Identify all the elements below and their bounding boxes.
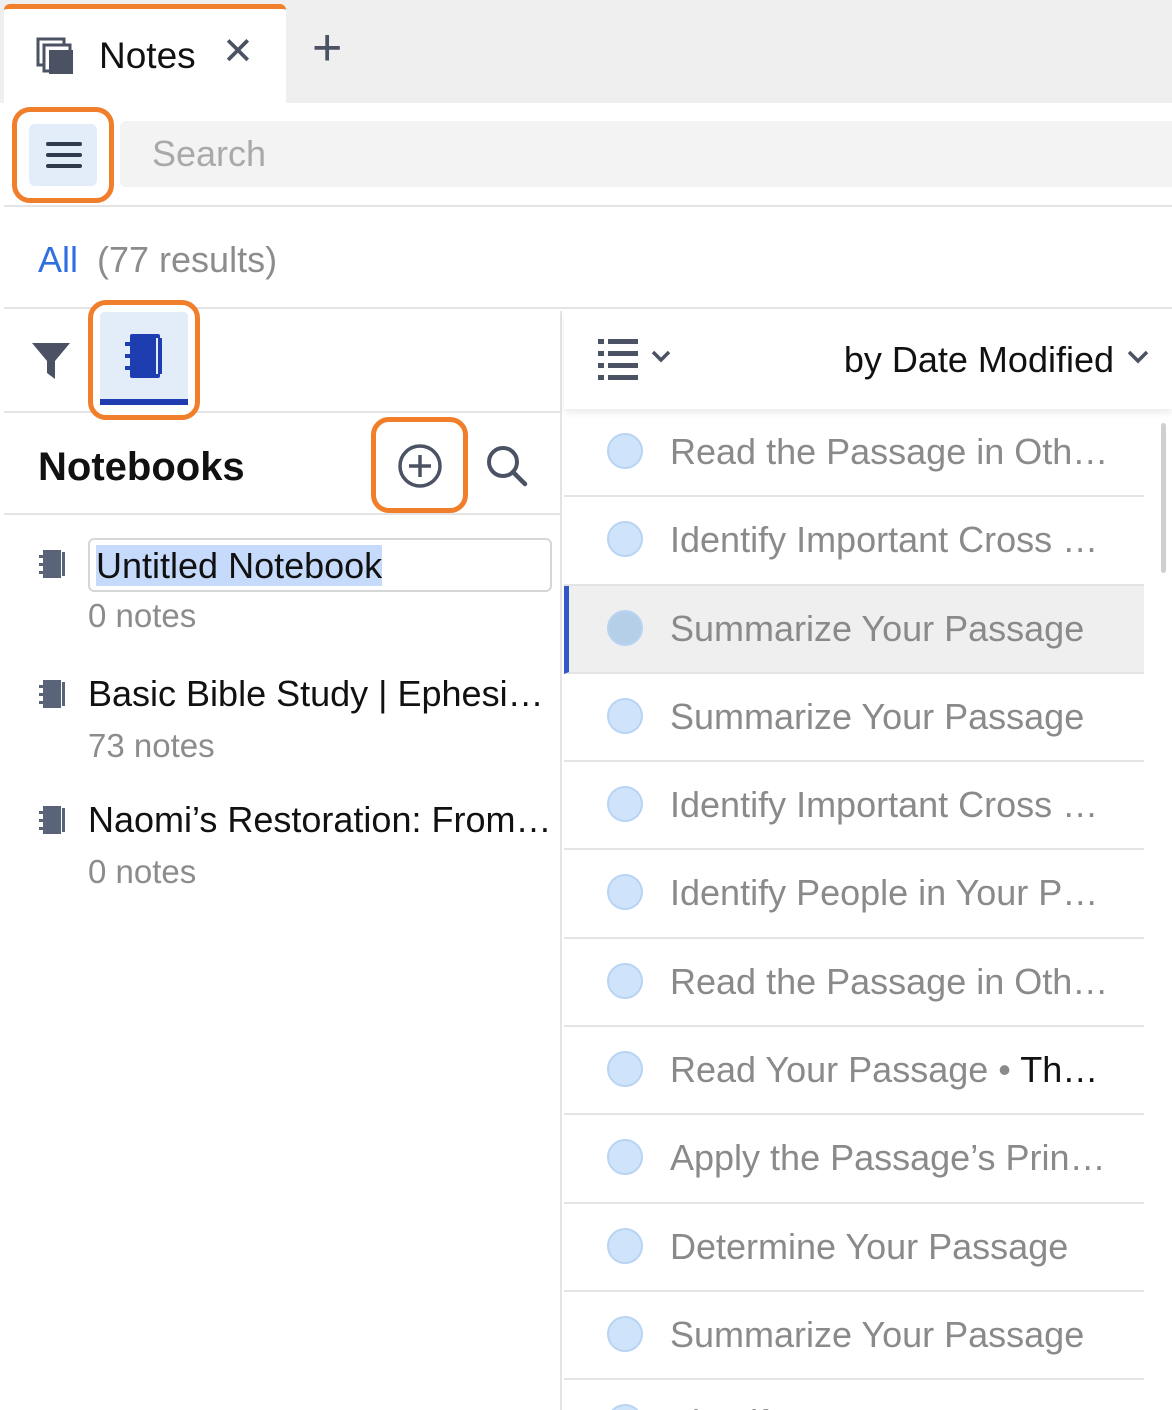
notes-list: Read the Passage in Other Translations Id…: [564, 409, 1144, 1410]
note-title: Summarize Your Passage: [670, 607, 1085, 649]
notebook-note-count: 0 notes: [88, 853, 197, 890]
plus-circle-icon: [398, 444, 442, 488]
chevron-down-icon[interactable]: [1126, 349, 1150, 365]
notebook-item[interactable]: Untitled Notebook 0 notes: [4, 529, 562, 655]
note-title: Read Your Passage • Th…: [670, 1049, 1099, 1091]
note-status-dot-icon[interactable]: [607, 1139, 643, 1176]
note-title: Identify Important Cross References: [670, 784, 1110, 826]
results-summary: All (77 results): [4, 209, 1172, 309]
search-bar: [4, 103, 1172, 207]
notebooks-tab-button[interactable]: [88, 300, 200, 420]
notes-stack-icon: [36, 37, 73, 74]
notes-panel: by Date Modified Read the Passage in Oth…: [564, 311, 1172, 1410]
filter-icon[interactable]: [30, 339, 72, 383]
note-row[interactable]: Identify Important Cross References: [564, 762, 1144, 851]
tab-notes[interactable]: Notes ✕: [4, 4, 286, 103]
note-title: Summarize Your Passage: [670, 1313, 1085, 1355]
all-filter-link[interactable]: All: [38, 239, 78, 281]
notebooks-title: Notebooks: [38, 445, 245, 489]
note-row[interactable]: Determine Your Passage: [564, 1203, 1144, 1292]
note-title: Identify Important Cross References: [670, 519, 1110, 561]
note-status-dot-icon[interactable]: [607, 786, 643, 823]
notebook-icon: [39, 680, 65, 708]
notebook-note-count: 0 notes: [88, 597, 197, 634]
results-count: (77 results): [97, 239, 278, 280]
hamburger-menu-icon: [29, 124, 97, 186]
note-row[interactable]: Apply the Passage’s Principles: [564, 1115, 1144, 1204]
search-icon[interactable]: [484, 443, 530, 489]
note-row[interactable]: Identify Important Cross References: [564, 497, 1144, 586]
note-title: Read the Passage in Other Translations: [670, 960, 1110, 1002]
scrollbar[interactable]: [1161, 423, 1166, 573]
add-tab-button[interactable]: +: [312, 22, 342, 74]
note-row[interactable]: Identify People in Your Passage: [564, 850, 1144, 939]
sort-dropdown[interactable]: by Date Modified: [844, 339, 1114, 381]
note-title: Apply the Passage’s Principles: [670, 1137, 1110, 1179]
note-row[interactable]: Read the Passage in Other Translations: [564, 409, 1144, 498]
note-title: Identify People in Your Passage: [670, 872, 1110, 914]
note-status-dot-icon[interactable]: [607, 874, 643, 911]
left-toolbar: [4, 300, 562, 420]
tab-bar: Notes ✕ +: [0, 0, 1172, 103]
notebook-name: Basic Bible Study | Ephesians: [88, 673, 554, 714]
note-status-dot-icon[interactable]: [607, 1404, 643, 1410]
close-icon[interactable]: ✕: [222, 33, 254, 71]
note-status-dot-icon[interactable]: [607, 1051, 643, 1088]
notebook-name-field[interactable]: Untitled Notebook: [88, 538, 552, 592]
notebook-name-selected: Untitled Notebook: [96, 545, 383, 586]
notebook-icon: [39, 806, 65, 834]
note-row[interactable]: Summarize Your Passage: [564, 1291, 1144, 1381]
add-notebook-button[interactable]: [371, 417, 468, 513]
note-title: Summarize Your Passage: [670, 695, 1085, 737]
note-row[interactable]: Read Your Passage • Th…: [564, 1027, 1144, 1116]
note-title: Identify: [670, 1402, 1110, 1410]
tab-title: Notes: [99, 35, 196, 76]
note-row[interactable]: Summarize Your Passage: [564, 673, 1144, 763]
notebook-item[interactable]: Basic Bible Study | Ephesians 73 notes: [4, 659, 562, 785]
notebook-icon: [125, 334, 162, 378]
notebook-note-count: 73 notes: [88, 727, 215, 764]
note-title: Read the Passage in Other Translations: [670, 431, 1110, 472]
note-status-dot-icon[interactable]: [607, 1227, 643, 1264]
note-status-dot-icon[interactable]: [607, 433, 643, 469]
notebook-item[interactable]: Naomi’s Restoration: From Bitterness to …: [4, 785, 562, 911]
notebooks-panel: Notebooks Untitled Notebook 0 notes Basi…: [4, 300, 562, 1410]
list-view-icon[interactable]: [598, 337, 678, 381]
note-title: Determine Your Passage: [670, 1225, 1069, 1267]
note-status-dot-icon[interactable]: [607, 962, 643, 999]
notebook-name: Naomi’s Restoration: From Bitterness to …: [88, 799, 554, 840]
note-status-dot-icon[interactable]: [607, 609, 643, 646]
note-status-dot-icon[interactable]: [607, 697, 643, 734]
search-input[interactable]: [120, 121, 1172, 187]
menu-button[interactable]: [12, 107, 114, 203]
note-status-dot-icon[interactable]: [607, 1315, 643, 1352]
note-status-dot-icon[interactable]: [607, 521, 643, 558]
notebook-icon: [39, 550, 65, 578]
note-row[interactable]: Summarize Your Passage: [564, 585, 1144, 674]
note-row[interactable]: Read the Passage in Other Translations: [564, 938, 1144, 1028]
note-row[interactable]: Identify: [564, 1380, 1144, 1410]
notes-toolbar: by Date Modified: [564, 311, 1172, 409]
notebooks-header: Notebooks: [4, 415, 562, 515]
